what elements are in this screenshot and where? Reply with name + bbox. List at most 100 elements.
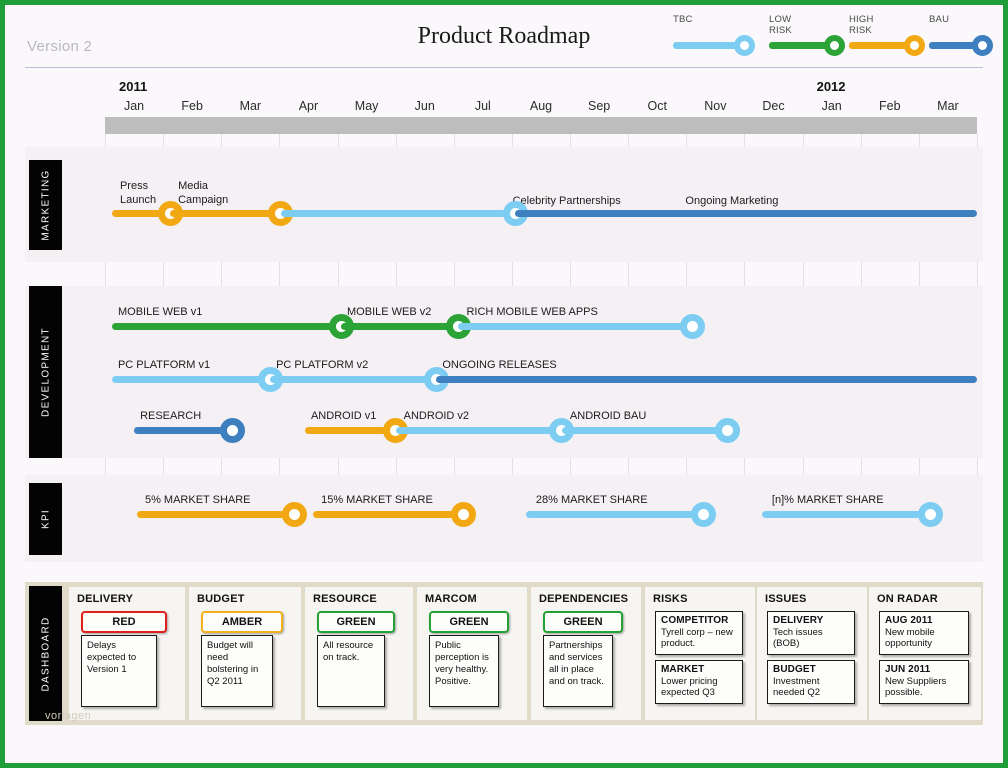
section-band-kpi bbox=[25, 475, 983, 562]
rag-status-badge[interactable]: AMBER bbox=[201, 611, 283, 633]
rag-status-badge[interactable]: RED bbox=[81, 611, 167, 633]
timeline-month-label: Nov bbox=[704, 99, 727, 113]
legend-item-label: TBC bbox=[673, 14, 693, 25]
column-heading: DEPENDENCIES bbox=[539, 593, 629, 605]
legend-ring-marker bbox=[734, 35, 755, 56]
timeline-month-label: Apr bbox=[298, 99, 319, 113]
legend-item-high-risk: HIGH RISK bbox=[849, 13, 925, 57]
dashboard-item-card[interactable]: JUN 2011 New Suppliers possible. bbox=[879, 660, 969, 704]
roadmap-track-label: MOBILE WEB v2 bbox=[347, 306, 432, 318]
roadmap-track-label: MOBILE WEB v1 bbox=[117, 306, 203, 318]
legend-item-tbc: TBC bbox=[673, 13, 755, 57]
column-heading: DELIVERY bbox=[77, 593, 134, 605]
status-note: Partnerships and services all in place a… bbox=[543, 635, 613, 707]
milestone-marker[interactable] bbox=[679, 313, 705, 339]
rag-status-badge[interactable]: GREEN bbox=[543, 611, 623, 633]
legend-item-label: LOW RISK bbox=[769, 14, 792, 36]
item-text: New mobile opportunity bbox=[885, 626, 935, 650]
roadmap-track-line[interactable] bbox=[111, 376, 271, 383]
roadmap-track-label: RESEARCH bbox=[140, 410, 202, 422]
roadmap-track-line[interactable] bbox=[304, 427, 396, 434]
roadmap-track-line[interactable] bbox=[561, 427, 728, 434]
column-heading: RESOURCE bbox=[313, 593, 377, 605]
milestone-marker[interactable] bbox=[220, 417, 246, 443]
rag-status-badge[interactable]: GREEN bbox=[429, 611, 509, 633]
legend-item-label: BAU bbox=[929, 14, 950, 25]
legend-ring-marker bbox=[824, 35, 845, 56]
roadmap-track-label: Media Campaign bbox=[178, 180, 229, 206]
timeline-month-label: Sep bbox=[588, 99, 611, 113]
dashboard-item-card[interactable]: MARKET Lower pricing expected Q3 bbox=[655, 660, 743, 704]
roadmap-track-line[interactable] bbox=[111, 323, 341, 330]
roadmap-track-line[interactable] bbox=[134, 427, 233, 434]
roadmap-track-label: ANDROID v2 bbox=[403, 410, 470, 422]
milestone-marker[interactable] bbox=[714, 417, 740, 443]
legend-line bbox=[929, 42, 977, 49]
roadmap-track-line[interactable] bbox=[270, 376, 437, 383]
legend-line bbox=[849, 42, 909, 49]
dashboard-column-resource: RESOURCE GREEN All resource on track. bbox=[305, 587, 413, 720]
dashboard-column-issues: ISSUES DELIVERY Tech issues (BOB) BUDGET Inv… bbox=[757, 587, 867, 720]
timeline-year-2012: 2012 bbox=[816, 79, 846, 94]
dashboard-item-card[interactable]: BUDGET Investment needed Q2 bbox=[767, 660, 855, 704]
roadmap-track-line[interactable] bbox=[170, 210, 281, 217]
dashboard-item-card[interactable]: DELIVERY Tech issues (BOB) bbox=[767, 611, 855, 655]
item-title: COMPETITOR bbox=[661, 615, 729, 626]
roadmap-track-line[interactable] bbox=[458, 323, 693, 330]
column-heading: MARCOM bbox=[425, 593, 477, 605]
dashboard-item-card[interactable]: AUG 2011 New mobile opportunity bbox=[879, 611, 969, 655]
roadmap-track-line[interactable] bbox=[515, 210, 977, 217]
milestone-marker[interactable] bbox=[917, 501, 943, 527]
milestone-marker[interactable] bbox=[691, 501, 717, 527]
section-label-bar-development: DEVELOPMENT bbox=[29, 286, 62, 458]
roadmap-track-label: PC PLATFORM v1 bbox=[117, 359, 211, 371]
roadmap-track-line[interactable] bbox=[436, 376, 977, 383]
status-note: Delays expected to Version 1 bbox=[81, 635, 157, 707]
roadmap-track-line[interactable] bbox=[341, 323, 459, 330]
roadmap-track-line[interactable] bbox=[525, 511, 704, 518]
milestone-marker[interactable] bbox=[450, 501, 476, 527]
item-title: BUDGET bbox=[773, 664, 816, 675]
column-heading: ISSUES bbox=[765, 593, 807, 605]
timeline-month-label: May bbox=[354, 99, 379, 113]
legend-item-label: HIGH RISK bbox=[849, 14, 874, 36]
roadmap-track-label: 15% MARKET SHARE bbox=[321, 494, 433, 506]
item-title: DELIVERY bbox=[773, 615, 824, 626]
watermark: vorlagen bbox=[45, 710, 92, 722]
dashboard-column-budget: BUDGET AMBER Budget will need bolstering i… bbox=[189, 587, 301, 720]
timeline-month-label: Oct bbox=[647, 99, 667, 113]
item-title: AUG 2011 bbox=[885, 615, 933, 626]
timeline-month-label: Feb bbox=[181, 99, 203, 113]
roadmap-track-label: Celebrity Partnerships bbox=[512, 195, 621, 207]
timeline-month-label: Jun bbox=[414, 99, 435, 113]
timeline-month-label: Aug bbox=[529, 99, 553, 113]
timeline-month-label: Dec bbox=[762, 99, 785, 113]
dashboard-column-marcom: MARCOM GREEN Public perception is very hea… bbox=[417, 587, 527, 720]
column-heading: ON RADAR bbox=[877, 593, 938, 605]
dashboard-column-delivery: DELIVERY RED Delays expected to Version 1 bbox=[69, 587, 185, 720]
roadmap-track-line[interactable] bbox=[136, 511, 295, 518]
item-text: New Suppliers possible. bbox=[885, 675, 947, 699]
legend-line bbox=[673, 42, 739, 49]
column-heading: BUDGET bbox=[197, 593, 245, 605]
roadmap-track-label: PC PLATFORM v2 bbox=[276, 359, 369, 371]
legend-item-bau: BAU bbox=[929, 13, 993, 57]
dashboard-item-card[interactable]: COMPETITOR Tyrell corp – new product. bbox=[655, 611, 743, 655]
rag-status-badge[interactable]: GREEN bbox=[317, 611, 395, 633]
roadmap-track-label: 5% MARKET SHARE bbox=[144, 494, 251, 506]
dashboard-label: DASHBOARD bbox=[40, 615, 51, 692]
milestone-marker[interactable] bbox=[282, 501, 307, 527]
roadmap-track-line[interactable] bbox=[280, 210, 516, 217]
roadmap-track-line[interactable] bbox=[761, 511, 931, 518]
roadmap-track-line[interactable] bbox=[313, 511, 464, 518]
roadmap-track-label: ANDROID v1 bbox=[310, 410, 377, 422]
legend-ring-marker bbox=[972, 35, 993, 56]
roadmap-track-line[interactable] bbox=[395, 427, 562, 434]
status-note: Budget will need bolstering in Q2 2011 bbox=[201, 635, 273, 707]
item-text: Lower pricing expected Q3 bbox=[661, 675, 718, 699]
status-note: All resource on track. bbox=[317, 635, 385, 707]
dashboard-panel: DASHBOARD DELIVERY RED Delays expected to … bbox=[25, 582, 983, 725]
timeline-month-label: Mar bbox=[937, 99, 959, 113]
roadmap-track-label: Press Launch bbox=[119, 180, 157, 206]
timeline-month-label: Jan bbox=[123, 99, 145, 113]
